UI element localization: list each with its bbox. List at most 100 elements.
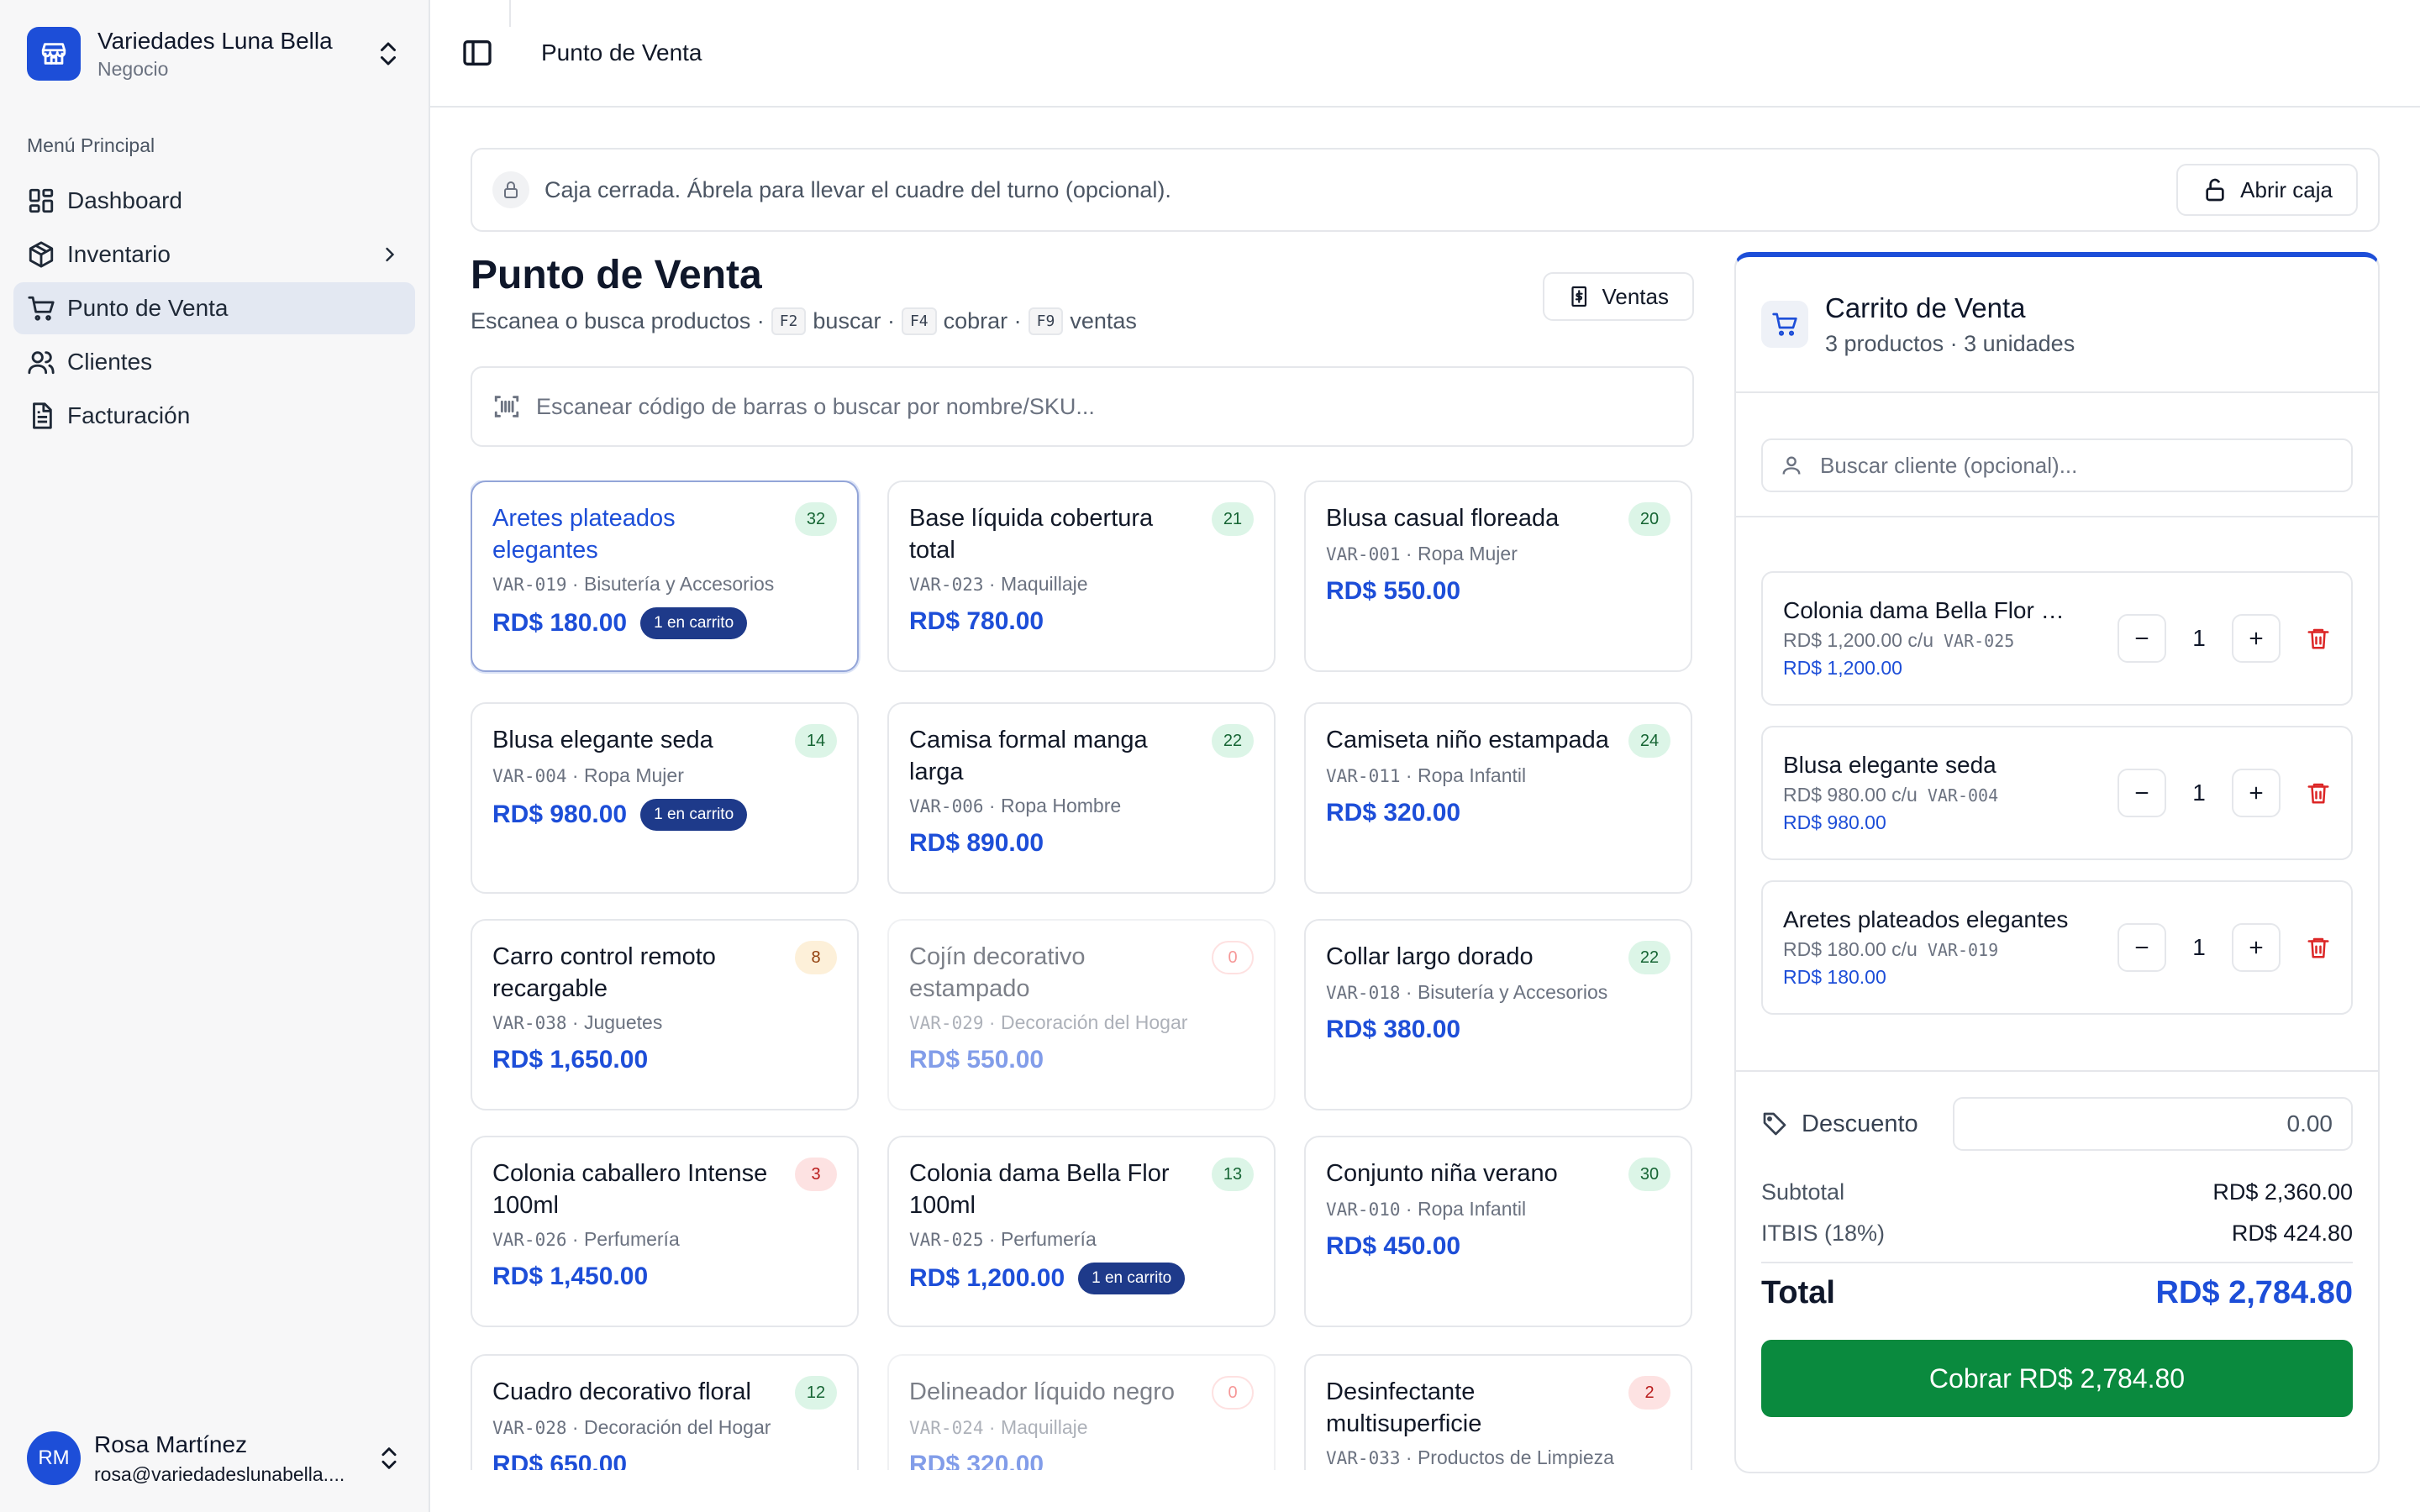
- product-category: Juguetes: [583, 1011, 663, 1033]
- open-register-label: Abrir caja: [2240, 176, 2333, 202]
- stock-badge: 8: [795, 941, 837, 974]
- in-cart-badge: 1 en carrito: [640, 607, 748, 639]
- sidebar-item-inventario[interactable]: Inventario: [13, 228, 415, 281]
- product-name: Camisa formal manga larga: [909, 727, 1148, 785]
- product-meta: VAR-026 · Perfumería: [492, 1228, 680, 1250]
- product-meta: VAR-033 · Productos de Limpieza: [1326, 1446, 1614, 1468]
- cart-item: Colonia dama Bella Flor 100ml RD$ 1,200.0…: [1761, 571, 2353, 706]
- product-price: RD$ 980.00: [492, 801, 628, 828]
- lock-open-icon: [2206, 178, 2224, 202]
- increase-quantity-button[interactable]: [2232, 769, 2281, 817]
- trash-icon[interactable]: [2306, 626, 2331, 651]
- cart-item-unit: RD$ 980.00 c/u VAR-004: [1783, 784, 2118, 806]
- product-price: RD$ 450.00: [1326, 1232, 1461, 1260]
- product-price: RD$ 780.00: [909, 607, 1044, 635]
- subtitle-lead: Escanea o busca productos ·: [471, 308, 765, 333]
- tax-label: ITBIS (18%): [1761, 1221, 1886, 1246]
- product-sku: VAR-024: [909, 1418, 984, 1438]
- product-card[interactable]: Colonia dama Bella Flor 100ml 13 VAR-025 ·…: [887, 1136, 1276, 1327]
- product-name: Carro control remoto recargable: [492, 943, 716, 1002]
- product-card[interactable]: Blusa elegante seda 14 VAR-004 · Ropa Muje…: [471, 702, 859, 894]
- product-card[interactable]: Carro control remoto recargable 8 VAR-038 …: [471, 919, 859, 1110]
- stock-badge: 13: [1212, 1158, 1254, 1191]
- decrease-quantity-button[interactable]: [2118, 923, 2166, 972]
- product-card[interactable]: Collar largo dorado 22 VAR-018 · Bisutería…: [1304, 919, 1692, 1110]
- product-meta: VAR-006 · Ropa Hombre: [909, 795, 1122, 816]
- product-name: Cojín decorativo estampado: [909, 943, 1086, 1002]
- trash-icon[interactable]: [2306, 935, 2331, 960]
- sales-button[interactable]: Ventas: [1543, 272, 1694, 321]
- product-price: RD$ 650.00: [492, 1451, 628, 1470]
- user-email: rosa@variedadeslunabella....: [94, 1462, 345, 1485]
- product-meta: VAR-029 · Decoración del Hogar: [909, 1011, 1188, 1033]
- cart-item-unit-price: RD$ 980.00 c/u: [1783, 784, 1918, 806]
- sidebar-toggle-icon[interactable]: [460, 36, 494, 70]
- discount-input[interactable]: 0.00: [1953, 1097, 2353, 1151]
- product-card[interactable]: Camisa formal manga larga 22 VAR-006 · Rop…: [887, 702, 1276, 894]
- product-meta: VAR-011 · Ropa Infantil: [1326, 764, 1527, 786]
- product-sku: VAR-029: [909, 1013, 984, 1033]
- total-row: Total RD$ 2,784.80: [1761, 1262, 2353, 1311]
- stock-badge: 30: [1628, 1158, 1670, 1191]
- discount-row: Descuento 0.00: [1761, 1097, 2353, 1151]
- product-price: RD$ 890.00: [909, 829, 1044, 857]
- total-label: Total: [1761, 1275, 1835, 1310]
- product-name: Delineador líquido negro: [909, 1378, 1175, 1405]
- product-sku: VAR-004: [492, 766, 567, 786]
- product-card[interactable]: Camiseta niño estampada 24 VAR-011 · Ropa …: [1304, 702, 1692, 894]
- minus-icon: [2135, 946, 2149, 949]
- business-type: Negocio: [97, 57, 169, 80]
- product-name: Colonia caballero Intense 100ml: [492, 1160, 768, 1219]
- product-card[interactable]: Delineador líquido negro 0 VAR-024 · Maqui…: [887, 1354, 1276, 1470]
- product-meta: VAR-028 · Decoración del Hogar: [492, 1416, 771, 1438]
- product-search-input[interactable]: Escanear código de barras o buscar por n…: [471, 366, 1694, 447]
- product-sku: VAR-019: [492, 575, 567, 595]
- product-card[interactable]: Colonia caballero Intense 100ml 3 VAR-026 …: [471, 1136, 859, 1327]
- cart-item-total: RD$ 180.00: [1783, 966, 1886, 988]
- chevrons-up-down-icon: [381, 1447, 397, 1469]
- sidebar-item-clientes[interactable]: Clientes: [13, 336, 415, 388]
- product-card[interactable]: Aretes plateados elegantes 32 VAR-019 · Bi…: [471, 480, 859, 672]
- product-card[interactable]: Conjunto niña verano 30 VAR-010 · Ropa Inf…: [1304, 1136, 1692, 1327]
- lock-icon: [492, 171, 529, 208]
- product-name: Base líquida cobertura total: [909, 505, 1154, 564]
- shortcut-label: ventas: [1070, 308, 1137, 333]
- product-price: RD$ 320.00: [1326, 799, 1461, 827]
- product-price: RD$ 180.00: [492, 609, 628, 637]
- product-category: Ropa Hombre: [1000, 795, 1122, 816]
- product-category: Ropa Mujer: [1417, 543, 1518, 564]
- decrease-quantity-button[interactable]: [2118, 769, 2166, 817]
- customer-search-input[interactable]: Buscar cliente (opcional)...: [1761, 438, 2353, 492]
- product-card[interactable]: Cojín decorativo estampado 0 VAR-029 · Dec…: [887, 919, 1276, 1110]
- product-card[interactable]: Desinfectante multisuperficie 2 VAR-033 · …: [1304, 1354, 1692, 1470]
- business-switcher[interactable]: Variedades Luna Bella Negocio: [13, 13, 417, 94]
- sidebar-item-dashboard[interactable]: Dashboard: [13, 175, 415, 227]
- stock-badge: 20: [1628, 502, 1670, 536]
- product-card[interactable]: Cuadro decorativo floral 12 VAR-028 · Deco…: [471, 1354, 859, 1470]
- product-card[interactable]: Blusa casual floreada 20 VAR-001 · Ropa Mu…: [1304, 480, 1692, 672]
- product-category: Maquillaje: [1000, 573, 1088, 595]
- product-meta: VAR-024 · Maquillaje: [909, 1416, 1088, 1438]
- tax-value: RD$ 424.80: [2231, 1221, 2353, 1246]
- subtotal-value: RD$ 2,360.00: [2212, 1179, 2353, 1205]
- decrease-quantity-button[interactable]: [2118, 614, 2166, 663]
- checkout-button[interactable]: Cobrar RD$ 2,784.80: [1761, 1340, 2353, 1417]
- open-register-button[interactable]: Abrir caja: [2176, 164, 2358, 216]
- increase-quantity-button[interactable]: [2232, 923, 2281, 972]
- sidebar-item-punto-de-venta[interactable]: Punto de Venta: [13, 282, 415, 334]
- product-price: RD$ 1,450.00: [492, 1263, 649, 1290]
- product-card[interactable]: Base líquida cobertura total 21 VAR-023 · …: [887, 480, 1276, 672]
- stock-badge: 12: [795, 1376, 837, 1410]
- increase-quantity-button[interactable]: [2232, 614, 2281, 663]
- shopping-cart-icon: [28, 296, 55, 321]
- product-category: Perfumería: [1000, 1228, 1097, 1250]
- chevron-right-icon: [386, 247, 395, 262]
- stock-badge: 14: [795, 724, 837, 758]
- product-category: Bisutería y Accesorios: [1417, 981, 1608, 1003]
- trash-icon[interactable]: [2306, 780, 2331, 806]
- sidebar-item-facturacion[interactable]: Facturación: [13, 390, 415, 442]
- product-name: Cuadro decorativo floral: [492, 1378, 751, 1405]
- user-menu[interactable]: RM Rosa Martínez rosa@variedadeslunabell…: [13, 1420, 417, 1497]
- in-cart-badge: 1 en carrito: [1078, 1263, 1186, 1294]
- product-sku: VAR-011: [1326, 766, 1401, 786]
